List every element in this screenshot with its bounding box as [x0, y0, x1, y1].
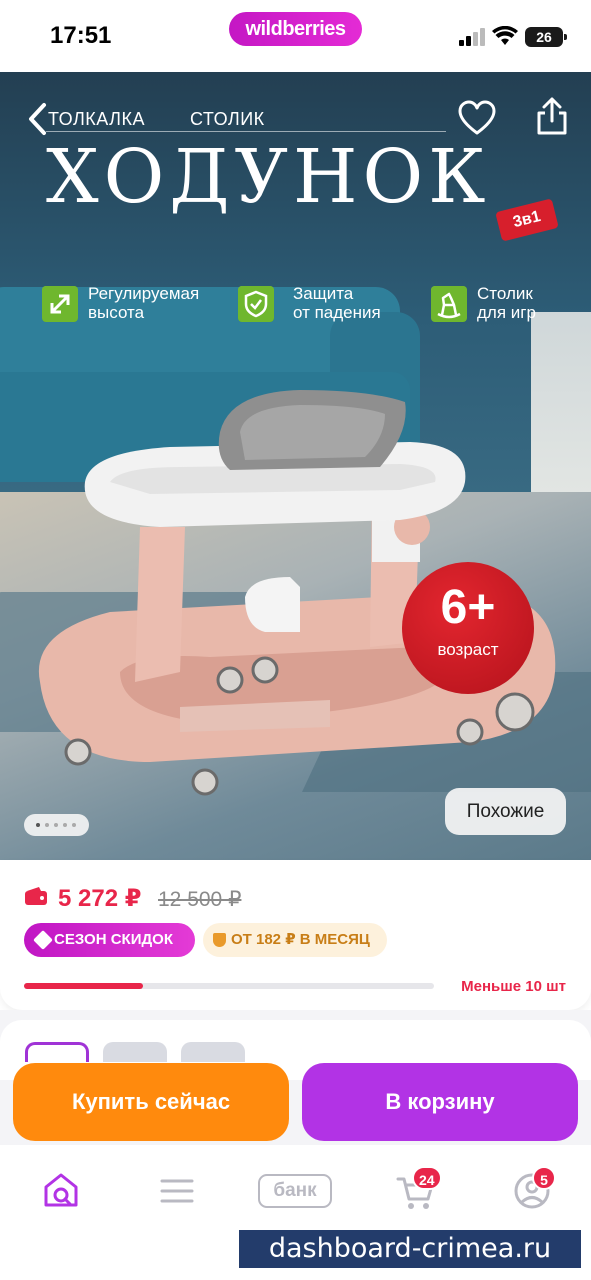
carousel-indicator: [24, 814, 89, 836]
expand-arrows-icon: [42, 286, 78, 322]
stock-status: Меньше 10 шт: [461, 978, 566, 995]
carousel-dot: [36, 823, 40, 827]
old-price: 12 500 ₽: [158, 888, 242, 911]
current-price: 5 272 ₽: [58, 885, 142, 912]
variant-thumbnail[interactable]: [103, 1042, 167, 1062]
cellular-signal-icon: [459, 28, 485, 46]
watermark-text: dashboard-crimea.ru: [239, 1230, 581, 1268]
cart-count-badge: 24: [412, 1166, 442, 1190]
similar-products-button[interactable]: Похожие: [445, 788, 566, 835]
shield-check-icon: [238, 286, 274, 322]
profile-notification-badge: 5: [532, 1166, 556, 1190]
stock-progress-fill: [24, 983, 143, 989]
buy-now-button[interactable]: Купить сейчас: [13, 1063, 289, 1141]
status-bar: 17:51 wildberries 26: [0, 0, 591, 72]
share-icon[interactable]: [534, 96, 570, 136]
age-badge: 6+ возраст: [402, 562, 534, 694]
battery-icon: 26: [525, 27, 567, 47]
price-card: 5 272 ₽ 12 500 ₽ СЕЗОН СКИДОК ОТ 182 ₽ В…: [0, 860, 591, 1010]
wallet-icon: [25, 887, 47, 905]
variant-thumbnail[interactable]: [25, 1042, 89, 1062]
rocking-horse-icon: [431, 286, 467, 322]
add-to-cart-button[interactable]: В корзину: [302, 1063, 578, 1141]
nav-link-tolkalka[interactable]: ТОЛКАЛКА: [48, 109, 145, 130]
shield-icon: [213, 933, 226, 947]
stock-progress-bar: [24, 983, 434, 989]
bank-icon[interactable]: банк: [258, 1174, 332, 1208]
home-search-icon[interactable]: [36, 1165, 86, 1215]
status-time: 17:51: [50, 22, 112, 49]
carousel-dot: [54, 823, 58, 827]
sale-season-tag[interactable]: СЕЗОН СКИДОК: [24, 923, 195, 957]
carousel-dot: [45, 823, 49, 827]
installment-tag[interactable]: ОТ 182 ₽ В МЕСЯЦ: [203, 923, 387, 957]
product-headline: ХОДУНОК: [46, 134, 491, 220]
carousel-dot: [72, 823, 76, 827]
catalog-menu-icon[interactable]: [152, 1165, 202, 1215]
tag-icon: [33, 930, 53, 950]
divider: [46, 131, 446, 132]
variant-thumbnail[interactable]: [181, 1042, 245, 1062]
wifi-icon: [492, 26, 518, 45]
brand-logo[interactable]: wildberries: [229, 12, 362, 46]
carousel-dot: [63, 823, 67, 827]
product-image-carousel[interactable]: ТОЛКАЛКА СТОЛИК ХОДУНОК 3в1 Регулируемая…: [0, 72, 591, 860]
favorite-heart-icon[interactable]: [458, 100, 496, 136]
nav-link-stolik[interactable]: СТОЛИК: [190, 109, 265, 130]
back-chevron-icon[interactable]: [26, 102, 48, 136]
